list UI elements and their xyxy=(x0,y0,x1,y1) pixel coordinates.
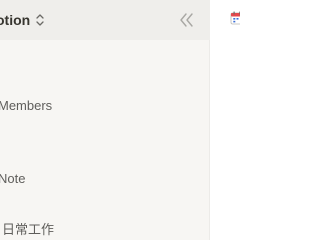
workspace-switcher[interactable]: otion xyxy=(0,10,45,30)
main-content xyxy=(210,0,240,240)
chevron-up-down-icon xyxy=(35,13,45,27)
sidebar-item-members[interactable]: Members xyxy=(0,93,200,119)
app-window: otion Members Note 日常工作 xyxy=(0,0,240,240)
sidebar-item-daily-work[interactable]: 日常工作 xyxy=(0,217,200,240)
sidebar-item-label: Note xyxy=(0,171,26,186)
double-chevron-left-icon xyxy=(180,13,193,27)
sidebar-item-label: Members xyxy=(0,98,53,113)
sidebar: otion Members Note 日常工作 xyxy=(0,0,210,240)
collapse-sidebar-button[interactable] xyxy=(177,11,197,29)
calendar-icon xyxy=(230,11,240,25)
sidebar-header: otion xyxy=(0,0,210,40)
sidebar-item-label: 日常工作 xyxy=(2,222,55,237)
sidebar-item-note[interactable]: Note xyxy=(0,166,200,192)
workspace-name: otion xyxy=(0,12,31,28)
